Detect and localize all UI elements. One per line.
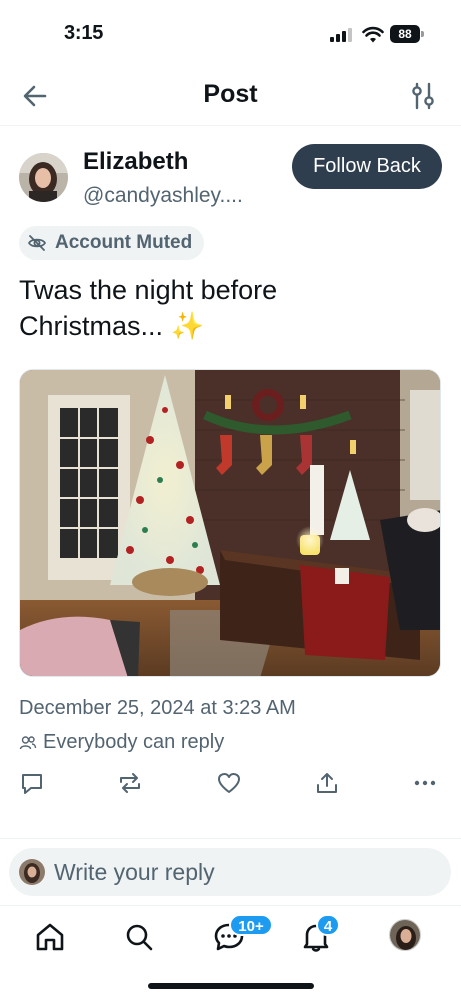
notifications-badge: 4 — [316, 914, 340, 936]
post-text: Twas the night before Christmas... ✨ — [19, 272, 439, 344]
page-title: Post — [203, 80, 258, 108]
post-text-line-2: Christmas... — [19, 311, 164, 341]
my-avatar — [19, 859, 45, 885]
eye-slash-icon — [27, 235, 47, 251]
home-icon[interactable] — [33, 920, 67, 954]
status-time: 3:15 — [64, 22, 104, 44]
author-name[interactable]: Elizabeth — [83, 148, 188, 176]
post-header: Post — [0, 66, 461, 126]
reply-placeholder[interactable]: Write your reply — [54, 859, 215, 886]
author-handle[interactable]: @candyashley.... — [83, 184, 243, 208]
repost-icon[interactable] — [117, 770, 143, 796]
follow-back-button[interactable]: Follow Back — [292, 144, 442, 189]
people-icon — [19, 735, 37, 749]
reply-icon[interactable] — [19, 770, 45, 796]
sliders-icon[interactable] — [408, 81, 438, 111]
divider — [0, 838, 461, 839]
account-muted-chip[interactable]: Account Muted — [19, 226, 205, 260]
battery-level: 88 — [390, 25, 420, 43]
wifi-icon — [362, 26, 384, 43]
post-actions — [0, 770, 461, 800]
author-avatar[interactable] — [19, 153, 68, 202]
sparkles-emoji: ✨ — [170, 311, 205, 341]
messages-badge: 10+ — [229, 914, 273, 936]
signal-icon — [330, 28, 354, 42]
search-icon[interactable] — [122, 920, 156, 954]
post-image[interactable] — [19, 369, 441, 677]
like-icon[interactable] — [216, 770, 242, 796]
home-indicator — [148, 983, 314, 989]
profile-avatar[interactable] — [389, 919, 421, 951]
reply-permission: Everybody can reply — [19, 731, 224, 754]
post-timestamp: December 25, 2024 at 3:23 AM — [19, 697, 296, 719]
battery-icon: 88 — [390, 25, 424, 43]
more-icon[interactable] — [412, 770, 438, 796]
share-icon[interactable] — [314, 770, 340, 796]
post-text-line-1: Twas the night before — [19, 275, 278, 305]
status-bar: 3:15 88 — [0, 0, 461, 66]
reply-input[interactable]: Write your reply — [9, 848, 451, 896]
account-muted-label: Account Muted — [55, 232, 193, 253]
reply-permission-label: Everybody can reply — [43, 731, 225, 753]
